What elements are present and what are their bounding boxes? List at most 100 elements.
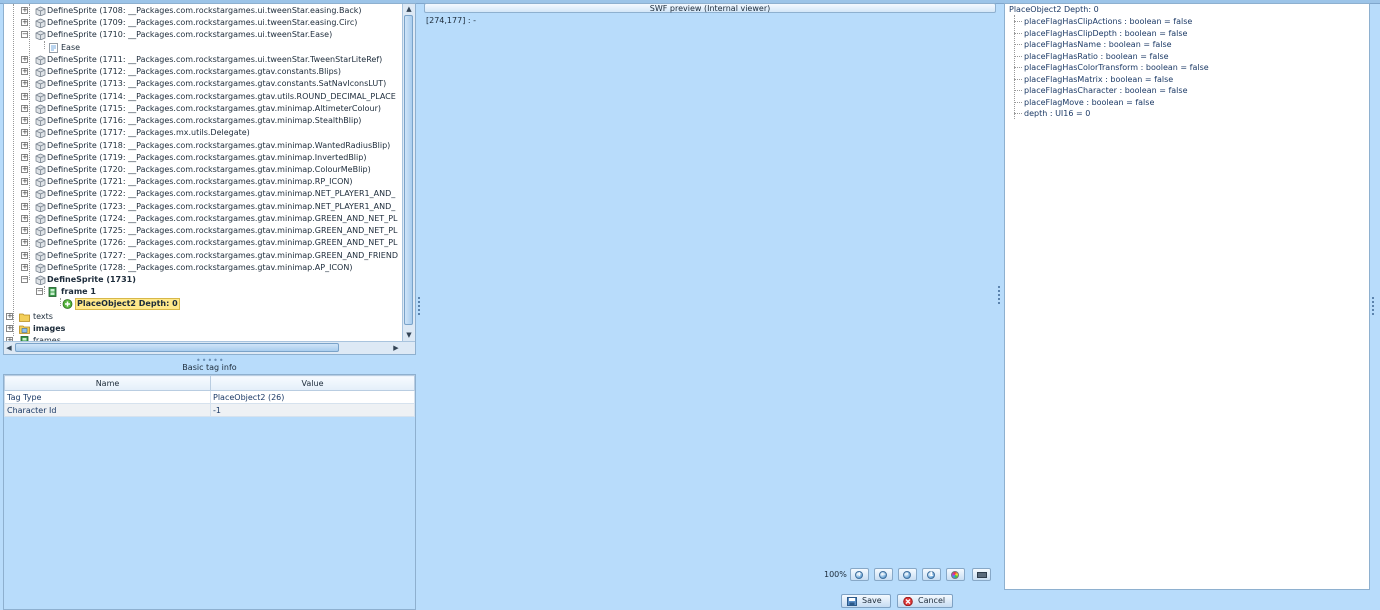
sprite-icon bbox=[35, 226, 46, 237]
collapse-icon[interactable]: − bbox=[21, 31, 28, 38]
expand-icon[interactable]: + bbox=[21, 214, 28, 222]
tree-item-sprite[interactable]: + DefineSprite (1721: __Packages.com.rock… bbox=[4, 176, 402, 188]
tree-item-label: DefineSprite (1722: __Packages.com.rocks… bbox=[47, 189, 396, 199]
tree-item-sprite[interactable]: + DefineSprite (1728: __Packages.com.rock… bbox=[4, 262, 402, 274]
expand-icon[interactable]: + bbox=[21, 202, 28, 210]
tree-item-label: DefineSprite (1728: __Packages.com.rocks… bbox=[47, 262, 353, 272]
zoom-in-button[interactable]: + bbox=[850, 568, 869, 581]
expand-icon[interactable]: + bbox=[21, 129, 28, 137]
expand-icon[interactable]: + bbox=[21, 117, 28, 125]
details-property[interactable]: depth : UI16 = 0 bbox=[1024, 108, 1090, 119]
basic-tag-info-panel: Name Value Tag Type PlaceObject2 (26) Ch… bbox=[3, 374, 416, 610]
tree-item-sprite[interactable]: + DefineSprite (1724: __Packages.com.rock… bbox=[4, 213, 402, 225]
snapshot-button[interactable] bbox=[972, 568, 991, 581]
tree-item-sprite[interactable]: + DefineSprite (1709: __Packages.com.rock… bbox=[4, 17, 402, 29]
expand-icon[interactable]: + bbox=[21, 92, 28, 100]
expand-icon[interactable]: + bbox=[6, 313, 13, 320]
cancel-button[interactable]: Cancel bbox=[897, 594, 953, 608]
zoom-fit-button[interactable]: · bbox=[898, 568, 917, 581]
tree-item-label: frame 1 bbox=[61, 287, 96, 296]
sprite-icon bbox=[35, 263, 46, 273]
tree-item-sprite[interactable]: + DefineSprite (1727: __Packages.com.rock… bbox=[4, 250, 402, 262]
table-row[interactable]: Character Id -1 bbox=[4, 403, 415, 417]
details-property[interactable]: placeFlagMove : boolean = false bbox=[1024, 97, 1154, 108]
tree-item-sprite[interactable]: + DefineSprite (1711: __Packages.com.rock… bbox=[4, 54, 402, 66]
tree-item-sprite[interactable]: + DefineSprite (1708: __Packages.com.rock… bbox=[4, 5, 402, 17]
zoom-out-button[interactable]: − bbox=[874, 568, 893, 581]
tree-item-sprite[interactable]: + DefineSprite (1719: __Packages.com.rock… bbox=[4, 152, 402, 164]
expand-icon[interactable]: + bbox=[21, 190, 28, 198]
details-branch-line bbox=[1014, 21, 1022, 22]
tree-item-sprite[interactable]: + DefineSprite (1716: __Packages.com.rock… bbox=[4, 115, 402, 127]
expand-icon[interactable]: + bbox=[21, 56, 28, 63]
tree-item-sprite[interactable]: + DefineSprite (1712: __Packages.com.rock… bbox=[4, 66, 402, 78]
tree-item-place-object[interactable]: PlaceObject2 Depth: 0 bbox=[4, 298, 402, 310]
details-property[interactable]: placeFlagHasClipActions : boolean = fals… bbox=[1024, 16, 1192, 27]
zoom-reset-button[interactable]: 1 bbox=[922, 568, 941, 581]
tree-item-sprite[interactable]: − DefineSprite (1710: __Packages.com.rock… bbox=[4, 29, 402, 41]
tree-item-sprite[interactable]: + DefineSprite (1715: __Packages.com.rock… bbox=[4, 103, 402, 115]
details-property[interactable]: placeFlagHasMatrix : boolean = false bbox=[1024, 74, 1173, 85]
expand-icon[interactable]: + bbox=[21, 153, 28, 161]
tree-item-texts[interactable]: + texts bbox=[4, 311, 402, 323]
tree-horizontal-scroll-thumb[interactable] bbox=[15, 343, 339, 352]
scroll-up-icon[interactable]: ▲ bbox=[404, 4, 414, 14]
expand-icon[interactable]: + bbox=[21, 251, 28, 259]
tag-tree[interactable]: + DefineSprite (1708: __Packages.com.rock… bbox=[3, 3, 416, 355]
tree-item-label: DefineSprite (1723: __Packages.com.rocks… bbox=[47, 201, 396, 211]
expand-icon[interactable]: + bbox=[21, 141, 28, 149]
expand-icon[interactable]: + bbox=[6, 325, 13, 332]
details-property[interactable]: placeFlagHasCharacter : boolean = false bbox=[1024, 85, 1188, 96]
save-button[interactable]: Save bbox=[841, 594, 891, 608]
tree-item-sprite[interactable]: + DefineSprite (1717: __Packages.mx.utils… bbox=[4, 127, 402, 139]
table-row[interactable]: Tag Type PlaceObject2 (26) bbox=[4, 390, 415, 404]
collapse-icon[interactable]: − bbox=[21, 276, 28, 283]
column-header-value[interactable]: Value bbox=[210, 375, 415, 391]
collapse-icon[interactable]: − bbox=[36, 288, 43, 295]
tree-item-sprite[interactable]: − DefineSprite (1731) bbox=[4, 274, 402, 286]
tree-horizontal-scrollbar[interactable]: ◀ ▶ bbox=[4, 341, 415, 354]
tree-item-sprite[interactable]: + DefineSprite (1726: __Packages.com.rock… bbox=[4, 237, 402, 249]
sprite-icon bbox=[35, 128, 46, 139]
details-branch-line bbox=[1014, 101, 1022, 103]
sprite-icon bbox=[35, 104, 46, 114]
expand-icon[interactable]: + bbox=[21, 227, 28, 235]
expand-icon[interactable]: + bbox=[21, 68, 28, 76]
scroll-down-icon[interactable]: ▼ bbox=[404, 330, 414, 340]
tree-item-frame[interactable]: − frame 1 bbox=[4, 286, 402, 298]
scroll-left-icon[interactable]: ◀ bbox=[4, 343, 14, 353]
tree-item-script[interactable]: Ease bbox=[4, 42, 402, 54]
tree-item-sprite[interactable]: + DefineSprite (1713: __Packages.com.rock… bbox=[4, 78, 402, 90]
expand-icon[interactable]: + bbox=[21, 165, 28, 173]
expand-icon[interactable]: + bbox=[21, 19, 28, 26]
color-picker-button[interactable] bbox=[946, 568, 965, 581]
sprite-icon bbox=[35, 238, 46, 249]
right-splitter-grip-icon[interactable] bbox=[998, 286, 1001, 306]
tree-item-images[interactable]: + images bbox=[4, 323, 402, 335]
expand-icon[interactable]: + bbox=[21, 239, 28, 247]
details-property[interactable]: placeFlagHasColorTransform : boolean = f… bbox=[1024, 62, 1209, 73]
tree-item-sprite[interactable]: + DefineSprite (1718: __Packages.com.rock… bbox=[4, 140, 402, 152]
tree-item-sprite[interactable]: + DefineSprite (1723: __Packages.com.rock… bbox=[4, 201, 402, 213]
tree-vertical-scroll-thumb[interactable] bbox=[404, 15, 413, 325]
tree-item-label: texts bbox=[33, 312, 53, 321]
tree-item-label: DefineSprite (1709: __Packages.com.rocks… bbox=[47, 18, 358, 27]
expand-icon[interactable]: + bbox=[21, 263, 28, 271]
expand-icon[interactable]: + bbox=[21, 7, 28, 14]
column-header-name[interactable]: Name bbox=[4, 375, 211, 391]
scroll-right-icon[interactable]: ▶ bbox=[391, 343, 401, 353]
tree-item-sprite[interactable]: + DefineSprite (1720: __Packages.com.rock… bbox=[4, 164, 402, 176]
tree-item-sprite[interactable]: + DefineSprite (1714: __Packages.com.rock… bbox=[4, 91, 402, 103]
details-property[interactable]: placeFlagHasClipDepth : boolean = false bbox=[1024, 28, 1187, 39]
expand-icon[interactable]: + bbox=[21, 178, 28, 186]
left-splitter-grip-icon[interactable] bbox=[418, 297, 421, 317]
tree-item-sprite[interactable]: + DefineSprite (1722: __Packages.com.rock… bbox=[4, 188, 402, 200]
details-root[interactable]: PlaceObject2 Depth: 0 bbox=[1009, 4, 1099, 15]
far-right-splitter-grip-icon[interactable] bbox=[1372, 297, 1375, 317]
details-property[interactable]: placeFlagHasRatio : boolean = false bbox=[1024, 51, 1169, 62]
tree-vertical-scrollbar[interactable]: ▲ ▼ bbox=[402, 4, 415, 342]
tree-item-sprite[interactable]: + DefineSprite (1725: __Packages.com.rock… bbox=[4, 225, 402, 237]
expand-icon[interactable]: + bbox=[21, 80, 28, 88]
details-property[interactable]: placeFlagHasName : boolean = false bbox=[1024, 39, 1172, 50]
expand-icon[interactable]: + bbox=[21, 104, 28, 112]
